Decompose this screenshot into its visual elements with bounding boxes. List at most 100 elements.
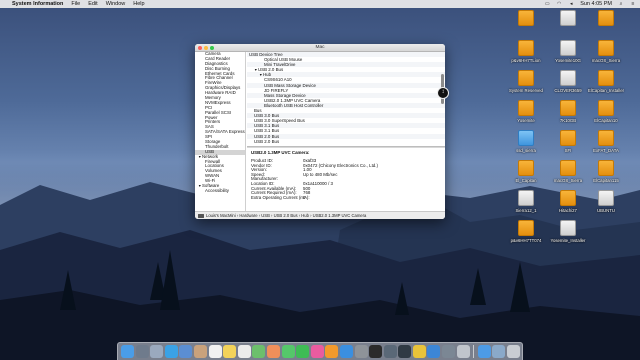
maps-icon[interactable] (252, 345, 266, 358)
desktop-drive-icon[interactable]: UBUNTU (584, 190, 628, 220)
volume-icon[interactable]: ◂ (568, 1, 574, 7)
mac-mini-icon (198, 213, 204, 218)
menu-file[interactable]: File (71, 1, 80, 7)
launchpad-icon[interactable] (135, 345, 149, 358)
menu-edit[interactable]: Edit (88, 1, 97, 7)
desktop-drive-icon[interactable]: ssd_sierra (504, 130, 548, 160)
tool-icon[interactable] (442, 345, 456, 358)
compass-icon[interactable] (150, 345, 164, 358)
window-title: Mac (315, 45, 325, 50)
drive-icon (598, 190, 614, 206)
desktop-drive-icon[interactable]: p&v6HH7TLion (504, 40, 548, 70)
tree-row[interactable]: USB 2.0 Bus (247, 139, 445, 144)
menu-bar: System Information File Edit Window Help… (0, 0, 640, 8)
desktop-icon-label: Yosemite (517, 118, 535, 123)
tree-scrollbar[interactable] (440, 52, 444, 146)
ibooks-icon[interactable] (325, 345, 339, 358)
path-bar: Louis's MacMini › Hardware › USB › USB 2… (195, 211, 445, 219)
drive-icon (598, 40, 614, 56)
messages-icon[interactable] (281, 345, 295, 358)
category-sidebar: Camera Card Reader Diagnostics Disc Burning… (195, 52, 246, 211)
drive-icon (560, 100, 576, 116)
desktop-drive-icon[interactable]: System Reserved (504, 70, 548, 100)
device-detail-pane: USB2.0 1.3MP UVC Camera: Product ID: 0xaf… (247, 148, 445, 211)
system-information-window: Mac Camera Card Reader Diagnostics Disc Bur… (195, 44, 445, 219)
menu-help[interactable]: Help (133, 1, 144, 7)
mirror-icon[interactable]: ▭ (544, 1, 550, 7)
desktop-drive-icon[interactable]: p&v6HH7TT074 (504, 220, 548, 250)
desktop-icon-label: Sierra12_1 (515, 208, 537, 213)
desktop-icon-label: ElCapitan115 (593, 178, 619, 183)
wifi-icon[interactable]: ◠ (556, 1, 562, 7)
folder-icon[interactable] (492, 345, 506, 358)
trash-icon[interactable] (507, 345, 521, 358)
mail-icon[interactable] (179, 345, 193, 358)
desktop-drive-icon[interactable]: macOS_Sierra (584, 40, 628, 70)
drive-icon (518, 100, 534, 116)
tree-row-label: Bluetooth USB Host Controller (264, 102, 324, 108)
detail-rows: Product ID: 0xaf33 Vendor ID: 0x0472 (Chico… (251, 158, 441, 201)
photos-icon[interactable] (266, 345, 280, 358)
drive-icon (598, 160, 614, 176)
itunes-icon[interactable] (310, 345, 324, 358)
menu-window[interactable]: Window (106, 1, 126, 7)
finder-icon[interactable] (121, 345, 134, 358)
drive-icon (598, 70, 614, 86)
preferences-icon[interactable] (354, 345, 368, 358)
busy-cursor-icon: ↕ (437, 87, 449, 99)
app-icon[interactable] (456, 345, 470, 358)
sidebar-item[interactable]: Accessibility (195, 188, 245, 194)
detail-title: USB2.0 1.3MP UVC Camera: (251, 150, 310, 155)
desktop-drive-icon[interactable]: Yosemite_Installer (546, 220, 590, 250)
drive-icon (560, 10, 576, 26)
path-text: Louis's MacMini › Hardware › USB › USB 2… (206, 213, 367, 218)
window-titlebar[interactable]: Mac (195, 44, 445, 52)
desktop-drive-icon[interactable]: ElCapitan115 (584, 160, 628, 190)
usb-device-tree: USB Device Tree Optical USB Mouse Mini Tra… (247, 52, 445, 146)
desktop-drive-icon[interactable]: ExFAT_DATA (584, 130, 628, 160)
desktop-icon-label: p&v6HH7TT074 (510, 238, 542, 243)
desktop-icon-label: ssd_sierra (516, 148, 536, 153)
facetime-icon[interactable] (296, 345, 310, 358)
notes-icon[interactable] (223, 345, 237, 358)
drive-icon (598, 100, 614, 116)
desktop-icon-label: ElCapitan_Installer (587, 88, 625, 93)
drive-icon (560, 130, 576, 146)
desktop-drive-icon[interactable]: El_Capitan (504, 160, 548, 190)
desktop-icon-label: El_Capitan (515, 178, 537, 183)
desktop-icon-label: ExFAT_DATA (593, 148, 619, 153)
activity-icon[interactable] (398, 345, 412, 358)
downloads-icon[interactable] (477, 345, 491, 358)
desktop-drive-icon[interactable] (504, 10, 548, 40)
desktop-icon-label: System Reserved (509, 88, 543, 93)
sysinfo-icon[interactable] (383, 345, 397, 358)
drive-icon (560, 190, 576, 206)
menu-clock[interactable]: Sun 4:05 PM (580, 1, 612, 7)
status-area: ▭ ◠ ◂ Sun 4:05 PM ⌕ ≡ (544, 1, 636, 7)
drive-icon (560, 40, 576, 56)
contacts-icon[interactable] (193, 345, 207, 358)
desktop-drive-icon[interactable] (584, 10, 628, 40)
terminal-icon[interactable] (369, 345, 383, 358)
desktop-drive-icon[interactable]: ElCapitan10 (584, 100, 628, 130)
desktop-drive-icon[interactable]: ElCapitan_Installer (584, 70, 628, 100)
desktop-drive-icon[interactable]: Sierra12_1 (504, 190, 548, 220)
safari-icon[interactable] (164, 345, 178, 358)
menu-app-name[interactable]: System Information (12, 1, 63, 7)
appstore-icon[interactable] (339, 345, 353, 358)
drive-icon (518, 190, 534, 206)
chrome-icon[interactable] (412, 345, 426, 358)
xcode-icon[interactable] (427, 345, 441, 358)
detail-row: Extra Operating Current (mA): 0 (251, 194, 441, 201)
notifications-icon[interactable]: ≡ (630, 1, 636, 7)
detail-value: Up to 480 Mb/sec (303, 171, 338, 177)
tree-row-label: USB 2.0 Bus (254, 138, 280, 144)
drive-icon (518, 10, 534, 26)
desktop-icon-label: Yosemite_Installer (550, 238, 586, 243)
calendar-icon[interactable] (208, 345, 222, 358)
desktop-icon-label: macOS_Sierra (591, 58, 621, 63)
spotlight-icon[interactable]: ⌕ (618, 1, 624, 7)
reminders-icon[interactable] (237, 345, 251, 358)
detail-value: 0 (303, 194, 306, 200)
desktop-drive-icon[interactable]: Yosemite (504, 100, 548, 130)
